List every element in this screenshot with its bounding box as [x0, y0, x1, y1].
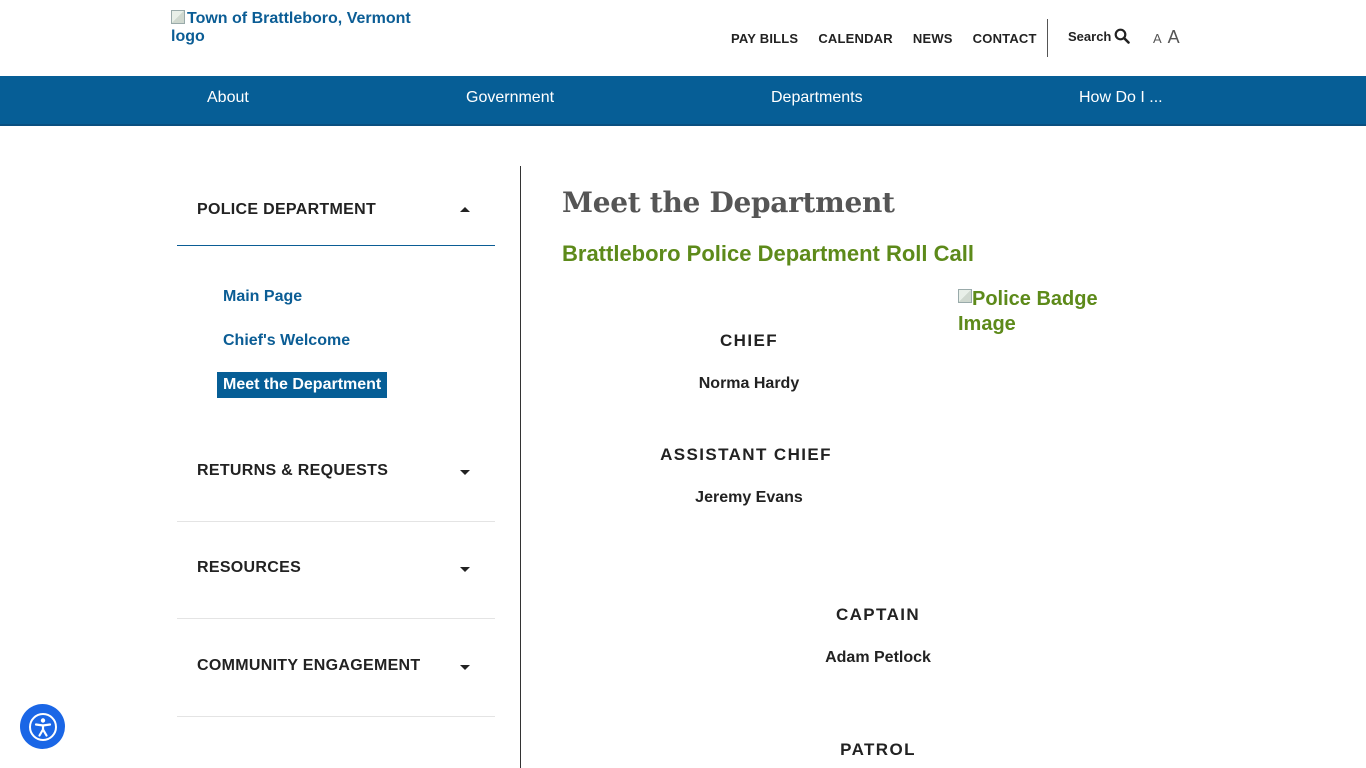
caret-down-icon [460, 470, 470, 475]
utility-nav: PAY BILLS CALENDAR NEWS CONTACT [731, 29, 1057, 47]
site-header: Town of Brattleboro, Vermont logo PAY BI… [0, 0, 1366, 76]
pay-bills-link[interactable]: PAY BILLS [731, 31, 798, 46]
accessibility-icon [28, 712, 57, 741]
broken-image-icon [958, 289, 972, 303]
page-title: Meet the Department [562, 186, 895, 219]
accessibility-button[interactable] [20, 704, 65, 749]
sidebar-section-police-department[interactable]: POLICE DEPARTMENT [177, 166, 495, 246]
roster-role-patrol: PATROL [840, 740, 916, 759]
font-increase-button[interactable]: A [1168, 27, 1180, 48]
nav-how-do-i[interactable]: How Do I ... [1079, 89, 1163, 107]
caret-down-icon [460, 567, 470, 572]
caret-down-icon [460, 665, 470, 670]
sidebar-item-main-page[interactable]: Main Page [217, 284, 387, 310]
sidebar-section-returns-requests[interactable]: RETURNS & REQUESTS [177, 424, 495, 522]
contact-link[interactable]: CONTACT [973, 31, 1037, 46]
sidebar-item-chiefs-welcome[interactable]: Chief's Welcome [217, 328, 387, 354]
news-link[interactable]: NEWS [913, 31, 953, 46]
badge-alt-text: Police Badge Image [958, 288, 1098, 335]
roster-name-assistant-chief: Jeremy Evans [695, 489, 803, 506]
sidebar-section-resources[interactable]: RESOURCES [177, 521, 495, 619]
broken-image-icon [171, 10, 185, 24]
site-logo-link[interactable]: Town of Brattleboro, Vermont logo [171, 10, 421, 46]
logo-alt-text: Town of Brattleboro, Vermont logo [171, 10, 411, 45]
main-navigation: About Government Departments How Do I ..… [0, 76, 1366, 126]
sidebar-section-title: RETURNS & REQUESTS [197, 462, 389, 479]
roster-role-assistant-chief: ASSISTANT CHIEF [660, 445, 832, 464]
sidebar-section-title: COMMUNITY ENGAGEMENT [197, 657, 421, 674]
sidebar-section-title: POLICE DEPARTMENT [197, 201, 377, 218]
search-icon [1114, 28, 1131, 44]
nav-departments[interactable]: Departments [771, 89, 863, 107]
roster-role-chief: CHIEF [720, 331, 778, 350]
sidebar: POLICE DEPARTMENT Main Page Chief's Welc… [177, 166, 495, 717]
font-size-controls: A A [1153, 27, 1180, 48]
nav-government[interactable]: Government [466, 89, 554, 107]
font-decrease-button[interactable]: A [1153, 31, 1162, 46]
utility-divider [1047, 19, 1048, 57]
caret-up-icon [460, 207, 470, 212]
sidebar-section-title: RESOURCES [197, 559, 302, 576]
content-divider [520, 166, 521, 768]
nav-about[interactable]: About [207, 89, 249, 107]
sidebar-item-meet-the-department[interactable]: Meet the Department [217, 372, 388, 398]
page-subtitle: Brattleboro Police Department Roll Call [562, 241, 974, 266]
roster-role-captain: CAPTAIN [835, 605, 921, 624]
search-label: Search [1068, 28, 1112, 44]
sidebar-sub-list: Main Page Chief's Welcome Meet the Depar… [217, 284, 388, 416]
roster-name-chief: Norma Hardy [698, 375, 800, 392]
calendar-link[interactable]: CALENDAR [818, 31, 893, 46]
sidebar-section-community-engagement[interactable]: COMMUNITY ENGAGEMENT [177, 619, 495, 717]
roster-name-captain: Adam Petlock [825, 649, 931, 666]
search-button[interactable]: Search [1068, 28, 1131, 44]
police-badge-image: Police Badge Image [958, 287, 1148, 337]
